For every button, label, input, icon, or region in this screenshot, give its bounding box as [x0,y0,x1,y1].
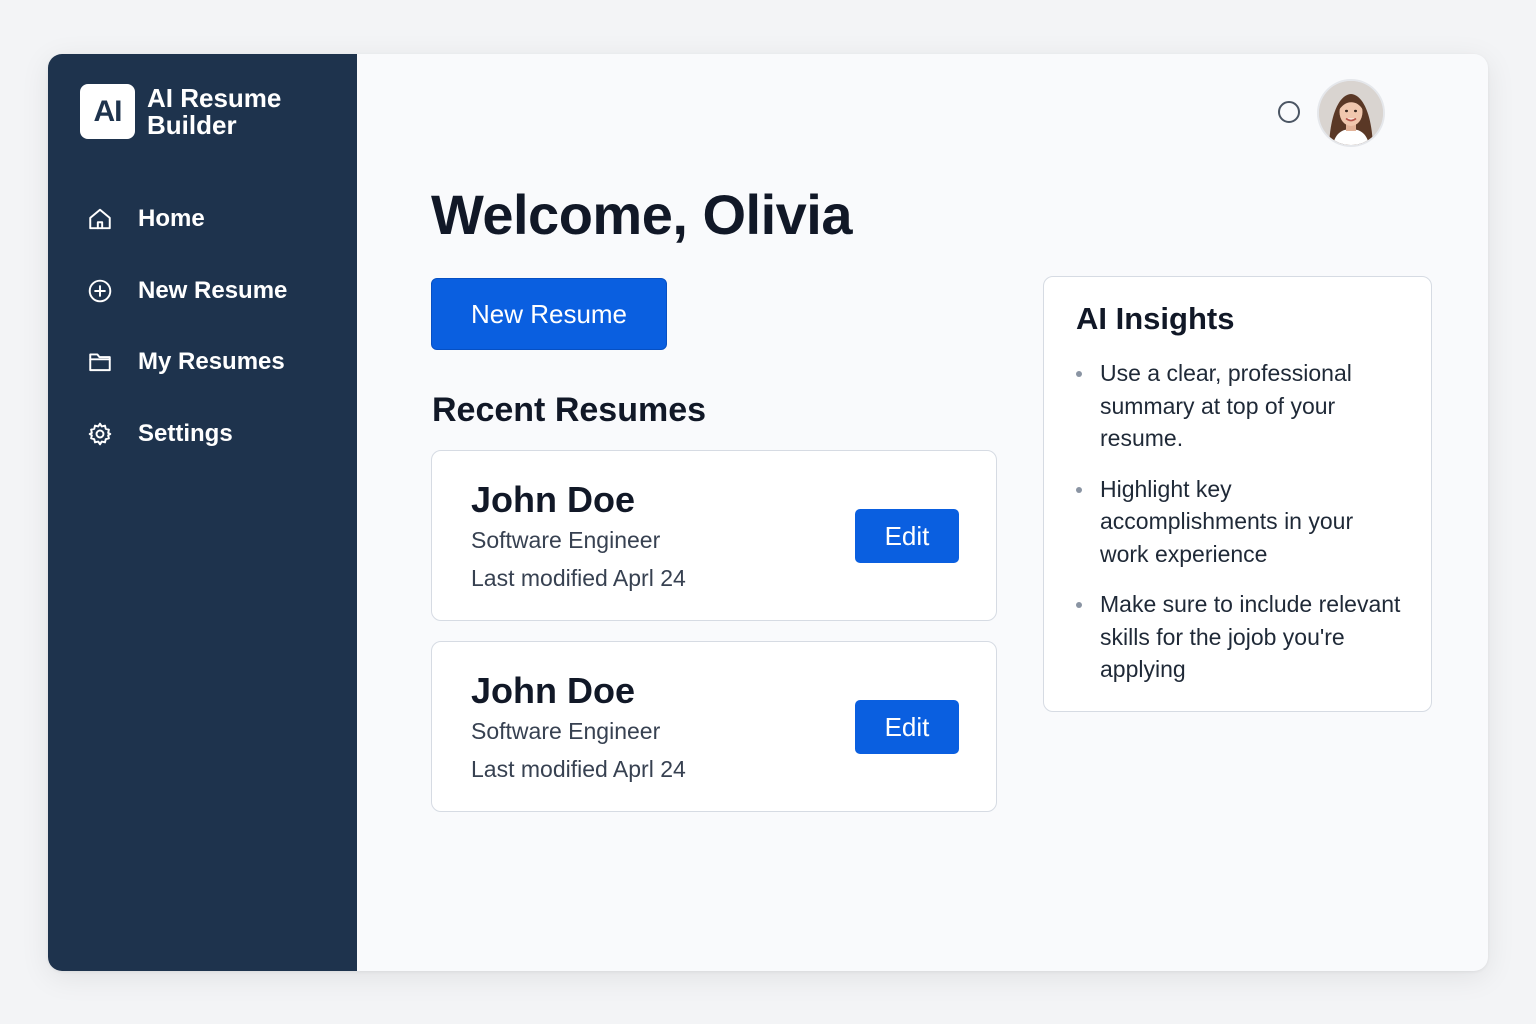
avatar[interactable] [1319,81,1383,145]
edit-button[interactable]: Edit [855,509,959,563]
resume-name: John Doe [471,479,636,520]
new-resume-button[interactable]: New Resume [431,278,667,350]
sidebar-item-label: My Resumes [138,348,285,375]
main-content: Welcome, Olivia New Resume Recent Resume… [357,54,1488,971]
home-icon [86,205,114,233]
resume-role: Software Engineer [471,527,661,553]
ai-insights-panel: AI Insights Use a clear, professional su… [1043,276,1432,712]
insights-title: AI Insights [1076,301,1235,336]
plus-circle-icon [86,277,114,305]
bullet-icon [1076,371,1082,377]
resume-card[interactable]: John Doe Software Engineer Last modified… [431,450,997,621]
sidebar-item-home[interactable]: Home [86,199,287,239]
app-window: AI AI Resume Builder Home New Resume My … [48,54,1488,971]
page-title: Welcome, Olivia [431,183,852,246]
sidebar-item-new-resume[interactable]: New Resume [86,271,287,311]
edit-button[interactable]: Edit [855,700,959,754]
tip-text: Use a clear, professional summary at top… [1100,360,1352,451]
gear-icon [86,420,114,448]
sidebar: AI AI Resume Builder Home New Resume My … [48,54,357,971]
sidebar-nav: Home New Resume My Resumes Settings [86,199,287,485]
sidebar-item-label: Settings [138,419,233,447]
tip-text: Make sure to include relevant skills for… [1100,591,1401,682]
sidebar-item-my-resumes[interactable]: My Resumes [86,342,287,382]
app-name: AI Resume Builder [147,82,282,140]
resume-modified: Last modified Aprl 24 [471,565,686,591]
avatar-image [1319,81,1383,145]
resume-name: John Doe [471,670,636,711]
folder-icon [86,348,114,376]
resume-role: Software Engineer [471,718,661,744]
bullet-icon [1076,486,1082,493]
insights-list: Use a clear, professional summary at top… [1074,357,1404,704]
list-item: Make sure to include relevant skills for… [1074,588,1404,686]
bullet-icon [1076,602,1082,608]
sidebar-item-label: New Resume [138,276,288,304]
brand[interactable]: AI AI Resume Builder [80,84,297,139]
sidebar-item-settings[interactable]: Settings [86,414,287,454]
recent-resumes-heading: Recent Resumes [432,391,707,429]
tip-text: Highlight key accomplishments in your wo… [1100,475,1354,567]
list-item: Use a clear, professional summary at top… [1074,357,1404,455]
resume-modified: Last modified Aprl 24 [471,756,686,782]
status-circle-icon[interactable] [1278,101,1300,123]
sidebar-item-label: Home [138,205,205,232]
resume-card[interactable]: John Doe Software Engineer Last modified… [431,641,997,812]
app-logo: AI [80,84,135,139]
list-item: Highlight key accomplishments in your wo… [1074,473,1404,571]
